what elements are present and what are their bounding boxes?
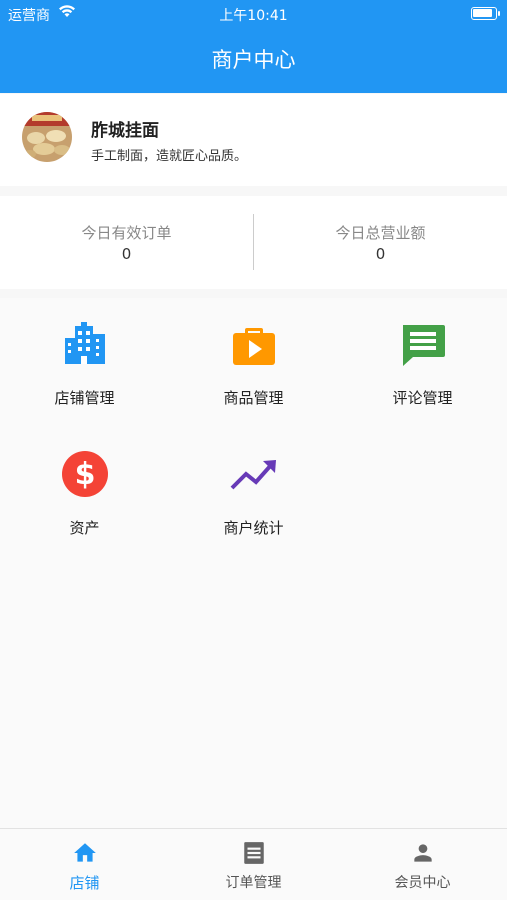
page-title: 商户中心 (211, 48, 296, 72)
app-header: 运营商 上午10:41 商户中心 (0, 0, 507, 93)
person-icon (410, 840, 436, 866)
grid-item-label: 评论管理 (392, 389, 453, 407)
stat-label: 今日总营业额 (335, 224, 426, 242)
tab-label: 店铺 (69, 874, 100, 892)
merchant-name: 胙城挂面 (91, 121, 159, 141)
home-icon (72, 840, 98, 866)
grid-item-assets[interactable]: $ 资产 (0, 428, 169, 548)
tab-store[interactable]: 店铺 (0, 829, 169, 900)
grid-item-label: 店铺管理 (54, 389, 115, 407)
stat-value: 0 (375, 245, 386, 263)
merchant-card[interactable]: 胙城挂面 手工制面，造就匠心品质。 (0, 94, 507, 186)
grid-item-label: 资产 (69, 519, 100, 537)
merchant-avatar[interactable] (22, 112, 72, 162)
today-stats: 今日有效订单 0 今日总营业额 0 (0, 196, 507, 289)
grid-item-product-management[interactable]: 商品管理 (169, 298, 338, 418)
grid-item-label: 商品管理 (223, 389, 284, 407)
merchant-description: 手工制面，造就匠心品质。 (91, 149, 248, 164)
grid-item-merchant-statistics[interactable]: 商户统计 (169, 428, 338, 548)
tab-order-management[interactable]: 订单管理 (169, 829, 338, 900)
battery-icon (471, 7, 500, 20)
dollar-icon: $ (61, 450, 109, 498)
comment-icon (399, 320, 447, 368)
status-bar: 运营商 上午10:41 (0, 0, 507, 28)
status-time: 上午10:41 (219, 8, 288, 24)
tab-label: 会员中心 (394, 875, 451, 891)
function-grid: 店铺管理 商品管理 评论管理 $ 资产 商户统计 (0, 298, 507, 828)
stat-value: 0 (121, 245, 132, 263)
list-icon (241, 840, 267, 866)
stat-label: 今日有效订单 (81, 224, 172, 242)
stat-orders: 今日有效订单 0 (0, 222, 253, 263)
grid-item-store-management[interactable]: 店铺管理 (0, 298, 169, 418)
grid-item-comment-management[interactable]: 评论管理 (338, 298, 507, 418)
tab-member-center[interactable]: 会员中心 (338, 829, 507, 900)
trending-up-icon (230, 450, 278, 498)
svg-text:$: $ (75, 457, 96, 492)
grid-item-label: 商户统计 (223, 519, 284, 537)
tab-label: 订单管理 (225, 875, 282, 891)
bottom-tab-bar: 店铺 订单管理 会员中心 (0, 828, 507, 900)
product-play-bag-icon (230, 320, 278, 368)
stat-revenue: 今日总营业额 0 (254, 222, 507, 263)
building-icon (61, 320, 109, 368)
